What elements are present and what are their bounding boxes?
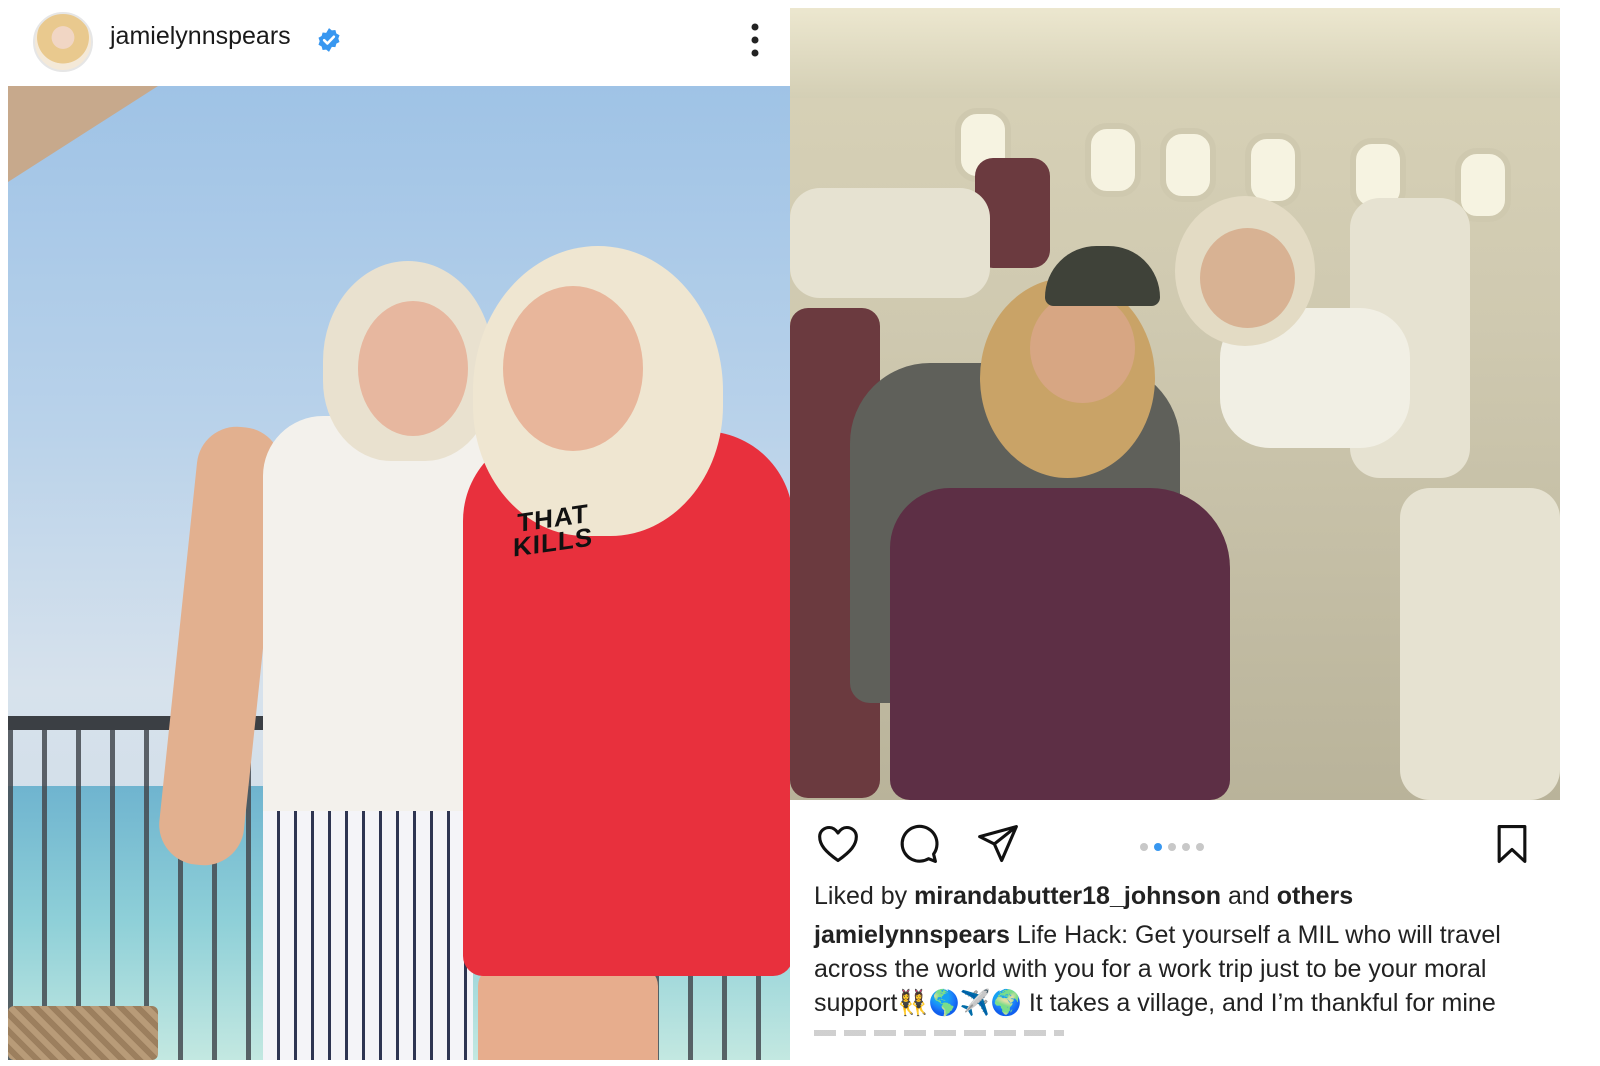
woman-face-right	[1200, 228, 1295, 328]
cabin-window	[1085, 123, 1141, 197]
purple-blanket	[890, 488, 1230, 800]
carousel-dot[interactable]	[1140, 843, 1148, 851]
person-left-face	[358, 301, 468, 436]
more-options-icon[interactable]	[750, 22, 760, 58]
cabin-ceiling	[790, 8, 1560, 98]
person-right-face	[503, 286, 643, 451]
person-left-striped-pants	[263, 811, 473, 1060]
heart-icon[interactable]	[816, 822, 860, 866]
likes-summary: Liked by mirandabutter18_johnson and oth…	[814, 882, 1353, 911]
carousel-dot[interactable]	[1182, 843, 1190, 851]
left-post: jamielynnspears THAT KILLS	[0, 0, 800, 1066]
person-right-legs	[478, 966, 658, 1060]
verified-badge-icon	[318, 28, 340, 52]
woman-face	[1030, 293, 1135, 403]
post-caption: jamielynnspears Life Hack: Get yourself …	[814, 918, 1554, 1020]
cabin-window	[1160, 128, 1216, 202]
post-photo-airplane-cabin[interactable]	[790, 8, 1560, 800]
liked-by-user[interactable]: mirandabutter18_johnson	[914, 882, 1221, 910]
bookmark-icon[interactable]	[1490, 822, 1534, 866]
person-left-blouse	[263, 416, 493, 836]
paper-plane-icon[interactable]	[976, 822, 1020, 866]
carousel-dot[interactable]	[1168, 843, 1176, 851]
carousel-indicator	[1140, 838, 1210, 851]
carousel-dot[interactable]	[1196, 843, 1204, 851]
truncated-text-line	[814, 1030, 1064, 1036]
right-post: Liked by mirandabutter18_johnson and oth…	[790, 0, 1600, 1066]
post-header: jamielynnspears	[0, 0, 800, 84]
likes-prefix: Liked by	[814, 882, 908, 910]
post-action-bar	[790, 810, 1600, 874]
profile-avatar[interactable]	[33, 12, 93, 72]
liked-by-others[interactable]: others	[1277, 882, 1353, 910]
seat-divider	[1400, 488, 1560, 800]
post-username[interactable]: jamielynnspears	[110, 22, 291, 51]
cabin-console	[790, 188, 990, 298]
carousel-dot-active[interactable]	[1154, 843, 1162, 851]
comment-bubble-icon[interactable]	[896, 822, 940, 866]
balcony-ceiling	[8, 86, 158, 182]
woman-cap	[1045, 246, 1160, 306]
caption-username[interactable]: jamielynnspears	[814, 921, 1010, 949]
wicker-chair	[8, 1006, 158, 1060]
post-photo-balcony[interactable]: THAT KILLS	[8, 86, 798, 1060]
likes-connector: and	[1228, 882, 1270, 910]
